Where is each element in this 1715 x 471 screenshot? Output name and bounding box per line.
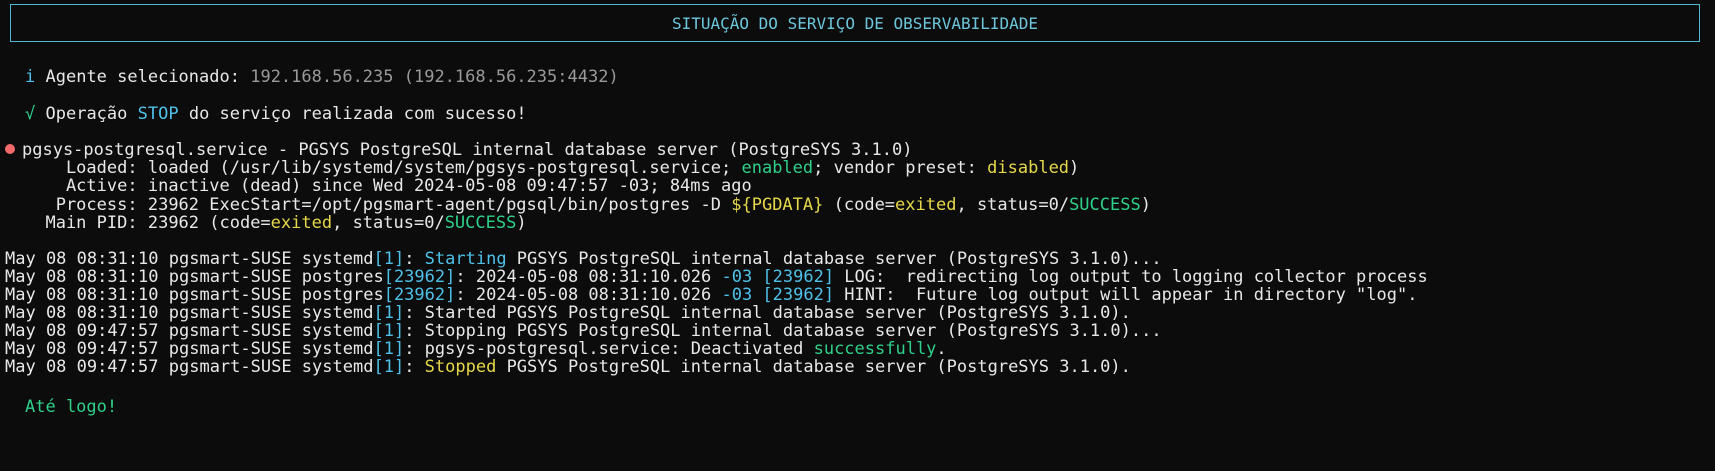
info-icon: i — [25, 67, 36, 87]
loaded-mid: ; vendor preset: — [813, 158, 977, 178]
log-prefix: May 08 08:31:10 pgsmart-SUSE systemd — [5, 249, 374, 269]
process-status: , status=0/ — [956, 195, 1070, 215]
process-end: ) — [1140, 195, 1151, 215]
log-pid: [23962] — [383, 267, 456, 287]
log-line: May 08 08:31:10 pgsmart-SUSE postgres[23… — [5, 285, 1417, 305]
log-a: : Started PGSYS PostgreSQL internal data… — [404, 303, 1131, 323]
loaded-enabled: enabled — [741, 158, 814, 178]
loaded-line: Loaded: loaded (/usr/lib/systemd/system/… — [25, 158, 1079, 178]
operation-line: √ Operação STOP do serviço realizada com… — [5, 104, 527, 124]
operation-action: STOP — [137, 104, 179, 124]
log-rest: HINT: Future log output will appear in d… — [834, 285, 1418, 305]
log-prefix: May 08 08:31:10 pgsmart-SUSE postgres — [5, 267, 384, 287]
process-success: SUCCESS — [1069, 195, 1141, 215]
log-a: : — [404, 249, 425, 269]
pid-success: SUCCESS — [444, 213, 517, 233]
pid-end: ) — [516, 213, 527, 233]
check-icon: √ — [25, 104, 36, 124]
loaded-path: loaded (/usr/lib/systemd/system/pgsys-po… — [147, 158, 732, 178]
log-pid: [1] — [373, 357, 405, 377]
log-prefix: May 08 09:47:57 pgsmart-SUSE systemd — [5, 357, 374, 377]
log-kw: -03 [23962] — [721, 285, 835, 305]
log-kw: successfully — [813, 339, 937, 359]
loaded-label: Loaded: — [25, 158, 138, 178]
agent-value: 192.168.56.235 (192.168.56.235:4432) — [250, 67, 619, 87]
pid-pre: 23962 (code= — [147, 213, 271, 233]
log-prefix: May 08 08:31:10 pgsmart-SUSE postgres — [5, 285, 384, 305]
active-line: Active: inactive (dead) since Wed 2024-0… — [25, 176, 752, 196]
log-pid: [1] — [373, 321, 405, 341]
log-kw: Starting — [424, 249, 507, 269]
goodbye-text: Até logo! — [25, 397, 118, 417]
loaded-disabled: disabled — [987, 158, 1070, 178]
service-title: pgsys-postgresql.service - PGSYS Postgre… — [22, 140, 913, 160]
log-pid: [1] — [373, 249, 405, 269]
log-a: : — [404, 357, 425, 377]
log-line: May 08 09:47:57 pgsmart-SUSE systemd[1]:… — [5, 357, 1131, 377]
pid-status: , status=0/ — [332, 213, 445, 233]
process-code: (code= — [833, 195, 896, 215]
header-box: SITUAÇÃO DO SERVIÇO DE OBSERVABILIDADE — [10, 4, 1700, 42]
log-line: May 08 08:31:10 pgsmart-SUSE systemd[1]:… — [5, 303, 1131, 323]
log-a: : 2024-05-08 08:31:10.026 — [455, 267, 722, 287]
log-kw: -03 [23962] — [721, 267, 835, 287]
log-line: May 08 08:31:10 pgsmart-SUSE systemd[1]:… — [5, 249, 1162, 269]
log-kw: Stopped — [424, 357, 497, 377]
log-a: : 2024-05-08 08:31:10.026 — [455, 285, 722, 305]
process-cmd: 23962 ExecStart=/opt/pgsmart-agent/pgsql… — [147, 195, 721, 215]
log-rest: LOG: redirecting log output to logging c… — [834, 267, 1428, 287]
log-pid: [1] — [373, 339, 405, 359]
operation-pre: Operação — [45, 104, 128, 124]
log-prefix: May 08 09:47:57 pgsmart-SUSE systemd — [5, 321, 374, 341]
service-title-line: pgsys-postgresql.service - PGSYS Postgre… — [5, 140, 912, 160]
log-line: May 08 08:31:10 pgsmart-SUSE postgres[23… — [5, 267, 1428, 287]
log-pid: [1] — [373, 303, 405, 323]
log-pid: [23962] — [383, 285, 456, 305]
active-label: Active: — [25, 176, 138, 196]
log-a: : Stopping PGSYS PostgreSQL internal dat… — [404, 321, 1162, 341]
operation-post: do serviço realizada com sucesso! — [188, 104, 527, 124]
pid-line: Main PID: 23962 (code=exited, status=0/S… — [25, 213, 527, 233]
process-exited: exited — [895, 195, 957, 215]
process-line: Process: 23962 ExecStart=/opt/pgsmart-ag… — [25, 195, 1151, 215]
log-rest: PGSYS PostgreSQL internal database serve… — [506, 249, 1162, 269]
header-title: SITUAÇÃO DO SERVIÇO DE OBSERVABILIDADE — [671, 13, 1039, 33]
log-line: May 08 09:47:57 pgsmart-SUSE systemd[1]:… — [5, 339, 947, 359]
log-line: May 08 09:47:57 pgsmart-SUSE systemd[1]:… — [5, 321, 1162, 341]
loaded-end: ) — [1069, 158, 1080, 178]
agent-line: i Agente selecionado: 192.168.56.235 (19… — [5, 67, 619, 87]
status-dot-icon — [5, 144, 15, 154]
log-a: : pgsys-postgresql.service: Deactivated — [404, 339, 814, 359]
process-label: Process: — [25, 195, 138, 215]
log-prefix: May 08 08:31:10 pgsmart-SUSE systemd — [5, 303, 374, 323]
goodbye-line: Até logo! — [5, 397, 117, 417]
log-rest: . — [936, 339, 947, 359]
process-var: ${PGDATA} — [731, 195, 824, 215]
pid-exited: exited — [270, 213, 333, 233]
agent-label: Agente selecionado: — [45, 67, 240, 87]
pid-label: Main PID: — [25, 213, 138, 233]
log-rest: PGSYS PostgreSQL internal database serve… — [496, 357, 1131, 377]
active-value: inactive (dead) since Wed 2024-05-08 09:… — [147, 176, 752, 196]
log-prefix: May 08 09:47:57 pgsmart-SUSE systemd — [5, 339, 374, 359]
